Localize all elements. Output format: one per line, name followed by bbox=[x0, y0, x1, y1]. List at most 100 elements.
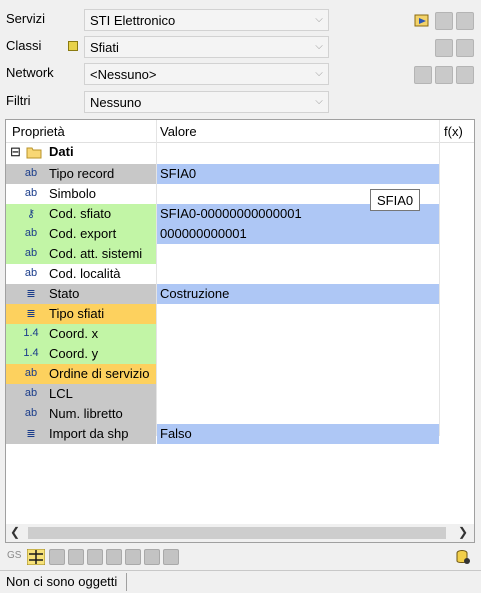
property-value-cell[interactable]: SFIA0 bbox=[157, 164, 439, 184]
copy-icon bbox=[49, 549, 65, 565]
chevron-down-icon[interactable]: ⌵ bbox=[310, 37, 328, 57]
property-name-cell[interactable]: ab Cod. località bbox=[6, 264, 156, 284]
property-value-cell[interactable] bbox=[157, 324, 439, 344]
property-name: Tipo record bbox=[49, 166, 115, 181]
scroll-left-icon[interactable]: ❮ bbox=[10, 525, 20, 539]
property-value-cell[interactable]: Costruzione bbox=[157, 284, 439, 304]
property-name: Coord. y bbox=[49, 346, 99, 361]
horizontal-scrollbar[interactable]: ❮ ❯ bbox=[6, 524, 474, 542]
property-name-cell[interactable]: ab Simbolo bbox=[6, 184, 156, 204]
text-type-icon: ab bbox=[24, 227, 38, 239]
import-icon bbox=[144, 549, 160, 565]
property-value-cell[interactable] bbox=[157, 264, 439, 284]
report-icon bbox=[163, 549, 179, 565]
property-name-cell[interactable]: ≣ Import da shp bbox=[6, 424, 156, 444]
classi-value: Sfiati bbox=[90, 40, 119, 55]
text-type-icon: ab bbox=[24, 247, 38, 259]
database-settings-icon[interactable] bbox=[455, 549, 471, 565]
property-row[interactable]: 1.4 Coord. x bbox=[6, 324, 474, 344]
property-name-cell[interactable]: ab Cod. export bbox=[6, 224, 156, 244]
select-tool-icon[interactable] bbox=[414, 12, 432, 30]
chevron-down-icon[interactable]: ⌵ bbox=[310, 64, 328, 84]
classi-row: Classi Sfiati ⌵ bbox=[0, 35, 481, 61]
property-row[interactable]: ab Cod. att. sistemi bbox=[6, 244, 474, 264]
property-name-cell[interactable]: ⚷ Cod. sfiato bbox=[6, 204, 156, 224]
classi-label: Classi bbox=[6, 38, 42, 53]
property-name-cell[interactable]: ab Num. libretto bbox=[6, 404, 156, 424]
col-property-header[interactable]: Proprietà bbox=[12, 124, 65, 139]
grid-view-icon bbox=[106, 549, 122, 565]
property-value: Costruzione bbox=[160, 286, 230, 301]
bookmark-icon bbox=[435, 12, 453, 30]
collapse-icon[interactable]: ⊟ bbox=[10, 144, 21, 160]
property-name-cell[interactable]: ab LCL bbox=[6, 384, 156, 404]
property-value-cell[interactable] bbox=[157, 344, 439, 364]
property-value-cell[interactable]: Falso bbox=[157, 424, 439, 444]
group-row-dati[interactable]: ⊟ Dati bbox=[6, 143, 474, 163]
text-type-icon: ab bbox=[24, 367, 38, 379]
property-name: Num. libretto bbox=[49, 406, 123, 421]
property-name: Stato bbox=[49, 286, 80, 301]
property-row[interactable]: ≣ Import da shp Falso bbox=[6, 424, 474, 444]
property-row[interactable]: ab Num. libretto bbox=[6, 404, 474, 424]
servizi-value: STI Elettronico bbox=[90, 13, 176, 28]
status-separator bbox=[126, 573, 127, 591]
list-type-icon: ≣ bbox=[26, 288, 36, 300]
property-name-cell[interactable]: 1.4 Coord. x bbox=[6, 324, 156, 344]
property-name: Simbolo bbox=[49, 186, 96, 201]
property-value: SFIA0-00000000000001 bbox=[160, 206, 302, 221]
text-type-icon: ab bbox=[24, 267, 38, 279]
property-value-cell[interactable] bbox=[157, 404, 439, 424]
property-row[interactable]: ab Cod. export 000000000001 bbox=[6, 224, 474, 244]
property-name-cell[interactable]: ≣ Stato bbox=[6, 284, 156, 304]
property-name: Cod. att. sistemi bbox=[49, 246, 143, 261]
property-row[interactable]: ab LCL bbox=[6, 384, 474, 404]
property-name-cell[interactable]: ≣ Tipo sfiati bbox=[6, 304, 156, 324]
network-dropdown[interactable]: <Nessuno> ⌵ bbox=[84, 63, 329, 85]
property-name: Cod. export bbox=[49, 226, 117, 241]
property-name: Cod. località bbox=[49, 266, 121, 281]
paste-icon bbox=[68, 549, 84, 565]
property-row[interactable]: ≣ Tipo sfiati bbox=[6, 304, 474, 324]
network-row: Network <Nessuno> ⌵ bbox=[0, 62, 481, 88]
property-row[interactable]: ab Cod. località bbox=[6, 264, 474, 284]
property-row[interactable]: ≣ Stato Costruzione bbox=[6, 284, 474, 304]
property-value: Falso bbox=[160, 426, 192, 441]
servizi-dropdown[interactable]: STI Elettronico ⌵ bbox=[84, 9, 329, 31]
text-type-icon: ab bbox=[24, 387, 38, 399]
status-text: Non ci sono oggetti bbox=[6, 574, 118, 589]
property-row[interactable]: ab Tipo record SFIA0 bbox=[6, 164, 474, 184]
classi-dropdown[interactable]: Sfiati ⌵ bbox=[84, 36, 329, 58]
property-name: Import da shp bbox=[49, 426, 129, 441]
folder-icon bbox=[26, 147, 42, 159]
property-name-cell[interactable]: ab Tipo record bbox=[6, 164, 156, 184]
property-value-cell[interactable] bbox=[157, 364, 439, 384]
scroll-right-icon[interactable]: ❯ bbox=[458, 525, 468, 539]
align-icon[interactable] bbox=[27, 549, 45, 565]
property-row[interactable]: 1.4 Coord. y bbox=[6, 344, 474, 364]
list-type-icon: ≣ bbox=[26, 308, 36, 320]
col-value-header[interactable]: Valore bbox=[160, 124, 197, 139]
property-value-cell[interactable] bbox=[157, 384, 439, 404]
text-type-icon: ab bbox=[24, 407, 38, 419]
grid-header: Proprietà Valore f(x) bbox=[6, 120, 474, 143]
scroll-thumb[interactable] bbox=[28, 527, 446, 539]
servizi-row: Servizi STI Elettronico ⌵ bbox=[0, 8, 481, 34]
chevron-down-icon[interactable]: ⌵ bbox=[310, 10, 328, 30]
property-value-cell[interactable] bbox=[157, 244, 439, 264]
network-zoom-icon bbox=[456, 66, 474, 84]
property-name-cell[interactable]: ab Cod. att. sistemi bbox=[6, 244, 156, 264]
property-value-cell[interactable] bbox=[157, 304, 439, 324]
property-row[interactable]: ab Ordine di servizio bbox=[6, 364, 474, 384]
property-name-cell[interactable]: 1.4 Coord. y bbox=[6, 344, 156, 364]
col-fx-header[interactable]: f(x) bbox=[444, 124, 463, 139]
network-value: <Nessuno> bbox=[90, 67, 157, 82]
group-label: Dati bbox=[49, 144, 74, 159]
chevron-down-icon[interactable]: ⌵ bbox=[310, 92, 328, 112]
numeric-type-icon: 1.4 bbox=[23, 327, 39, 339]
property-name-cell[interactable]: ab Ordine di servizio bbox=[6, 364, 156, 384]
edit-icon bbox=[435, 39, 453, 57]
property-value: SFIA0 bbox=[160, 166, 197, 181]
filtri-dropdown[interactable]: Nessuno ⌵ bbox=[84, 91, 329, 113]
property-value-cell[interactable]: 000000000001 bbox=[157, 224, 439, 244]
